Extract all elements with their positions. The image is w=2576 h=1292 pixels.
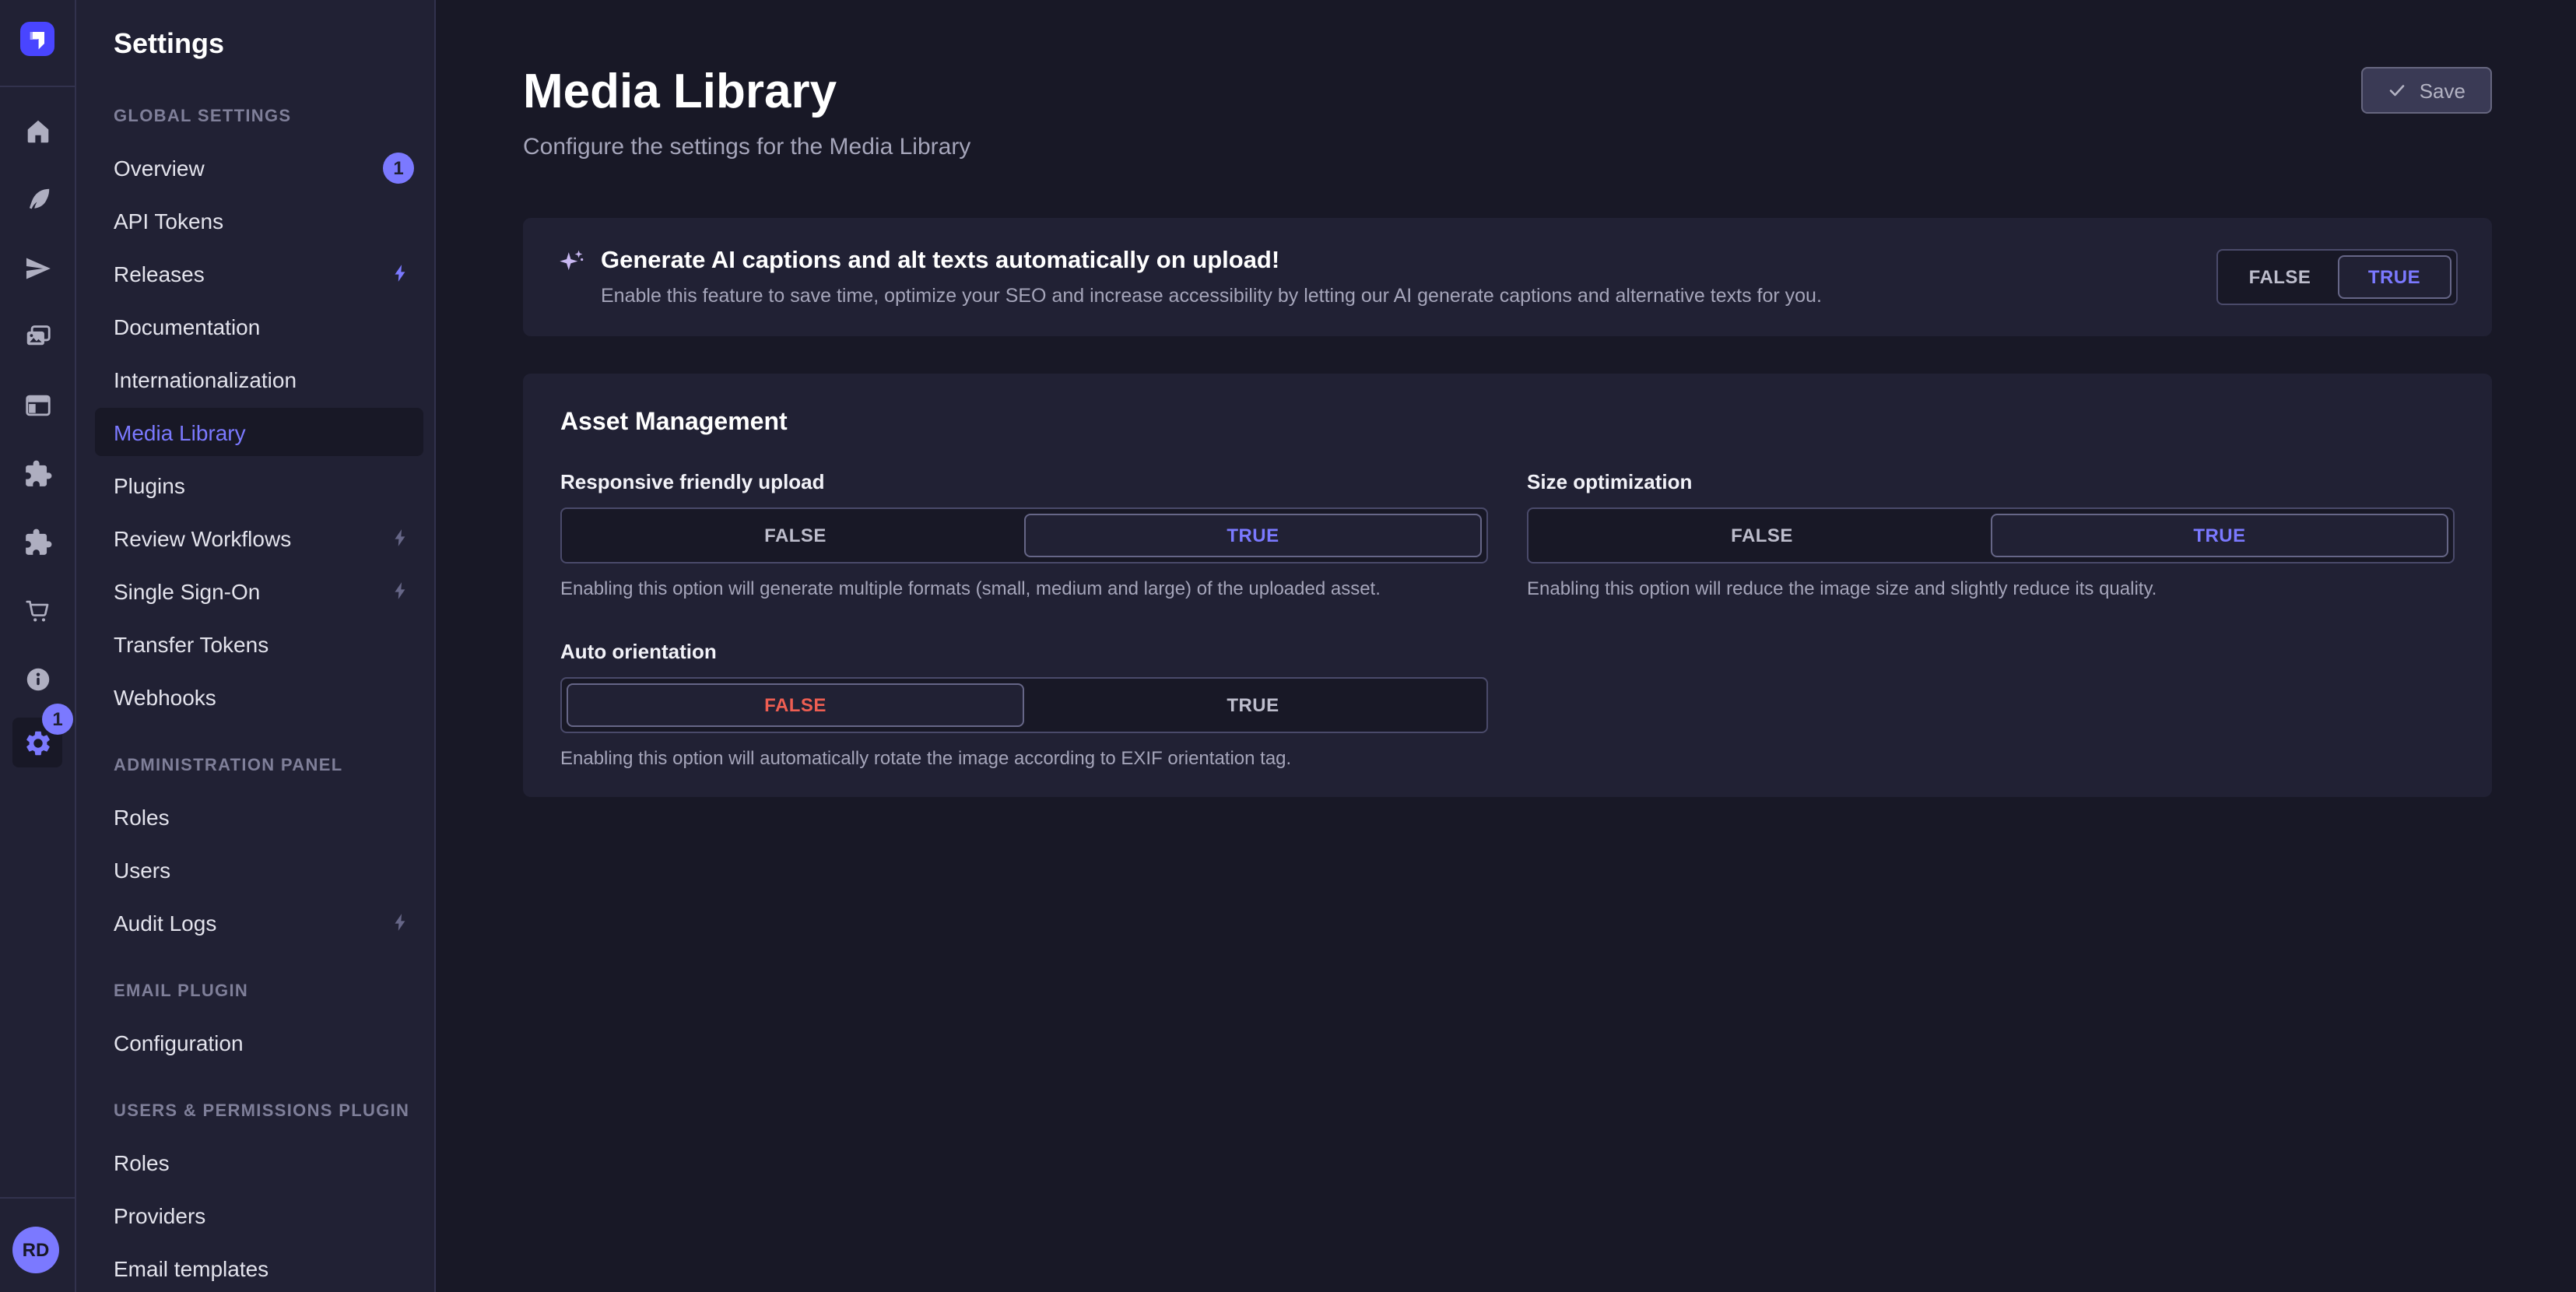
sidebar-item-review-workflows[interactable]: Review Workflows [95, 514, 423, 562]
paper-plane-icon[interactable] [12, 243, 62, 293]
field-label: Size optimization [1527, 470, 2455, 495]
field-size-optimization: Size optimization FALSE TRUE Enabling th… [1527, 470, 2455, 599]
field-label: Auto orientation [560, 640, 1488, 665]
field-auto-orientation: Auto orientation FALSE TRUE Enabling thi… [560, 640, 1488, 769]
sidebar-item-documentation[interactable]: Documentation [95, 302, 423, 350]
check-icon [2388, 81, 2407, 100]
sidebar-item-users[interactable]: Users [95, 845, 423, 894]
page-header-text: Media Library Configure the settings for… [523, 62, 970, 162]
lightning-bolt-icon [391, 912, 411, 932]
main-content: Media Library Configure the settings for… [436, 0, 2576, 1292]
content-layout-icon[interactable] [12, 380, 62, 430]
sidebar-item-internationalization[interactable]: Internationalization [95, 355, 423, 403]
feather-icon[interactable] [12, 174, 62, 224]
strapi-logo[interactable] [20, 22, 54, 56]
sidebar-item-configuration[interactable]: Configuration [95, 1018, 423, 1066]
banner-text: Generate AI captions and alt texts autom… [601, 246, 1822, 308]
field-label: Responsive friendly upload [560, 470, 1488, 495]
section-label: EMAIL PLUGIN [76, 981, 434, 1002]
marketplace-cart-icon[interactable] [12, 585, 62, 635]
banner-title: Generate AI captions and alt texts autom… [601, 246, 1822, 277]
size-optimization-toggle[interactable]: FALSE TRUE [1527, 507, 2455, 563]
sidebar-item-webhooks[interactable]: Webhooks [95, 672, 423, 721]
rail-divider [0, 1197, 76, 1199]
panel-title: Asset Management [560, 408, 2455, 439]
toggle-option-true[interactable]: TRUE [1024, 683, 1482, 727]
sidebar-item-releases[interactable]: Releases [95, 249, 423, 297]
app-icon-rail: 1 RD [0, 0, 76, 1292]
sidebar-item-overview[interactable]: Overview 1 [95, 143, 423, 191]
notification-badge: 1 [383, 152, 414, 183]
field-hint: Enabling this option will generate multi… [560, 578, 1488, 599]
home-icon[interactable] [12, 106, 62, 156]
sidebar-item-providers[interactable]: Providers [95, 1191, 423, 1239]
toggle-option-true[interactable]: TRUE [1024, 514, 1482, 557]
empty-grid-cell [1527, 640, 2455, 769]
field-hint: Enabling this option will reduce the ima… [1527, 578, 2455, 599]
section-label: GLOBAL SETTINGS [76, 106, 434, 128]
sidebar-item-admin-roles[interactable]: Roles [95, 792, 423, 841]
banner-subtitle: Enable this feature to save time, optimi… [601, 283, 1822, 308]
sidebar-item-transfer-tokens[interactable]: Transfer Tokens [95, 620, 423, 668]
fields-grid: Responsive friendly upload FALSE TRUE En… [560, 470, 2455, 769]
toggle-option-true[interactable]: TRUE [2337, 255, 2451, 299]
settings-sidenav: Settings GLOBAL SETTINGS Overview 1 API … [76, 0, 436, 1292]
page-subtitle: Configure the settings for the Media Lib… [523, 134, 970, 162]
banner-content: Generate AI captions and alt texts autom… [557, 246, 1822, 308]
settings-notification-badge: 1 [42, 704, 73, 735]
toggle-option-false[interactable]: FALSE [567, 514, 1024, 557]
toggle-option-false[interactable]: FALSE [567, 683, 1024, 727]
sparkles-icon [557, 248, 585, 276]
section-label: ADMINISTRATION PANEL [76, 755, 434, 777]
media-library-icon[interactable] [12, 311, 62, 361]
asset-management-panel: Asset Management Responsive friendly upl… [523, 374, 2492, 797]
ai-captions-banner: Generate AI captions and alt texts autom… [523, 218, 2492, 336]
section-label: USERS & PERMISSIONS PLUGIN [76, 1101, 434, 1122]
sidebar-item-up-roles[interactable]: Roles [95, 1138, 423, 1186]
nav-section-global-settings: GLOBAL SETTINGS Overview 1 API Tokens Re… [76, 106, 434, 721]
toggle-option-false[interactable]: FALSE [1533, 514, 1991, 557]
page-title: Media Library [523, 62, 970, 121]
lightning-bolt-icon [391, 528, 411, 548]
lightning-bolt-icon [391, 581, 411, 601]
field-responsive-friendly-upload: Responsive friendly upload FALSE TRUE En… [560, 470, 1488, 599]
ai-captions-toggle[interactable]: FALSE TRUE [2216, 249, 2458, 305]
info-icon[interactable] [12, 654, 62, 704]
user-avatar[interactable]: RD [12, 1227, 59, 1273]
nav-section-users-permissions-plugin: USERS & PERMISSIONS PLUGIN Roles Provide… [76, 1101, 434, 1292]
toggle-option-false[interactable]: FALSE [2223, 255, 2337, 299]
save-button[interactable]: Save [2362, 67, 2492, 114]
rail-divider [0, 86, 76, 87]
responsive-friendly-upload-toggle[interactable]: FALSE TRUE [560, 507, 1488, 563]
nav-section-email-plugin: EMAIL PLUGIN Configuration [76, 981, 434, 1066]
lightning-bolt-icon [391, 263, 411, 283]
field-hint: Enabling this option will automatically … [560, 747, 1488, 769]
sidebar-item-api-tokens[interactable]: API Tokens [95, 196, 423, 244]
sidebar-item-media-library[interactable]: Media Library [95, 408, 423, 456]
toggle-option-true[interactable]: TRUE [1991, 514, 2448, 557]
strapi-admin-app: 1 RD Settings GLOBAL SETTINGS Overview 1… [0, 0, 2576, 1292]
nav-section-administration-panel: ADMINISTRATION PANEL Roles Users Audit L… [76, 755, 434, 946]
save-button-label: Save [2420, 79, 2465, 102]
sidebar-item-single-sign-on[interactable]: Single Sign-On [95, 567, 423, 615]
auto-orientation-toggle[interactable]: FALSE TRUE [560, 677, 1488, 733]
puzzle-icon[interactable] [12, 448, 62, 498]
sidebar-item-plugins[interactable]: Plugins [95, 461, 423, 509]
sidenav-title: Settings [76, 0, 434, 62]
sidebar-item-audit-logs[interactable]: Audit Logs [95, 898, 423, 946]
sidebar-item-email-templates[interactable]: Email templates [95, 1244, 423, 1292]
page-header: Media Library Configure the settings for… [523, 62, 2492, 162]
puzzle-icon[interactable] [12, 517, 62, 567]
